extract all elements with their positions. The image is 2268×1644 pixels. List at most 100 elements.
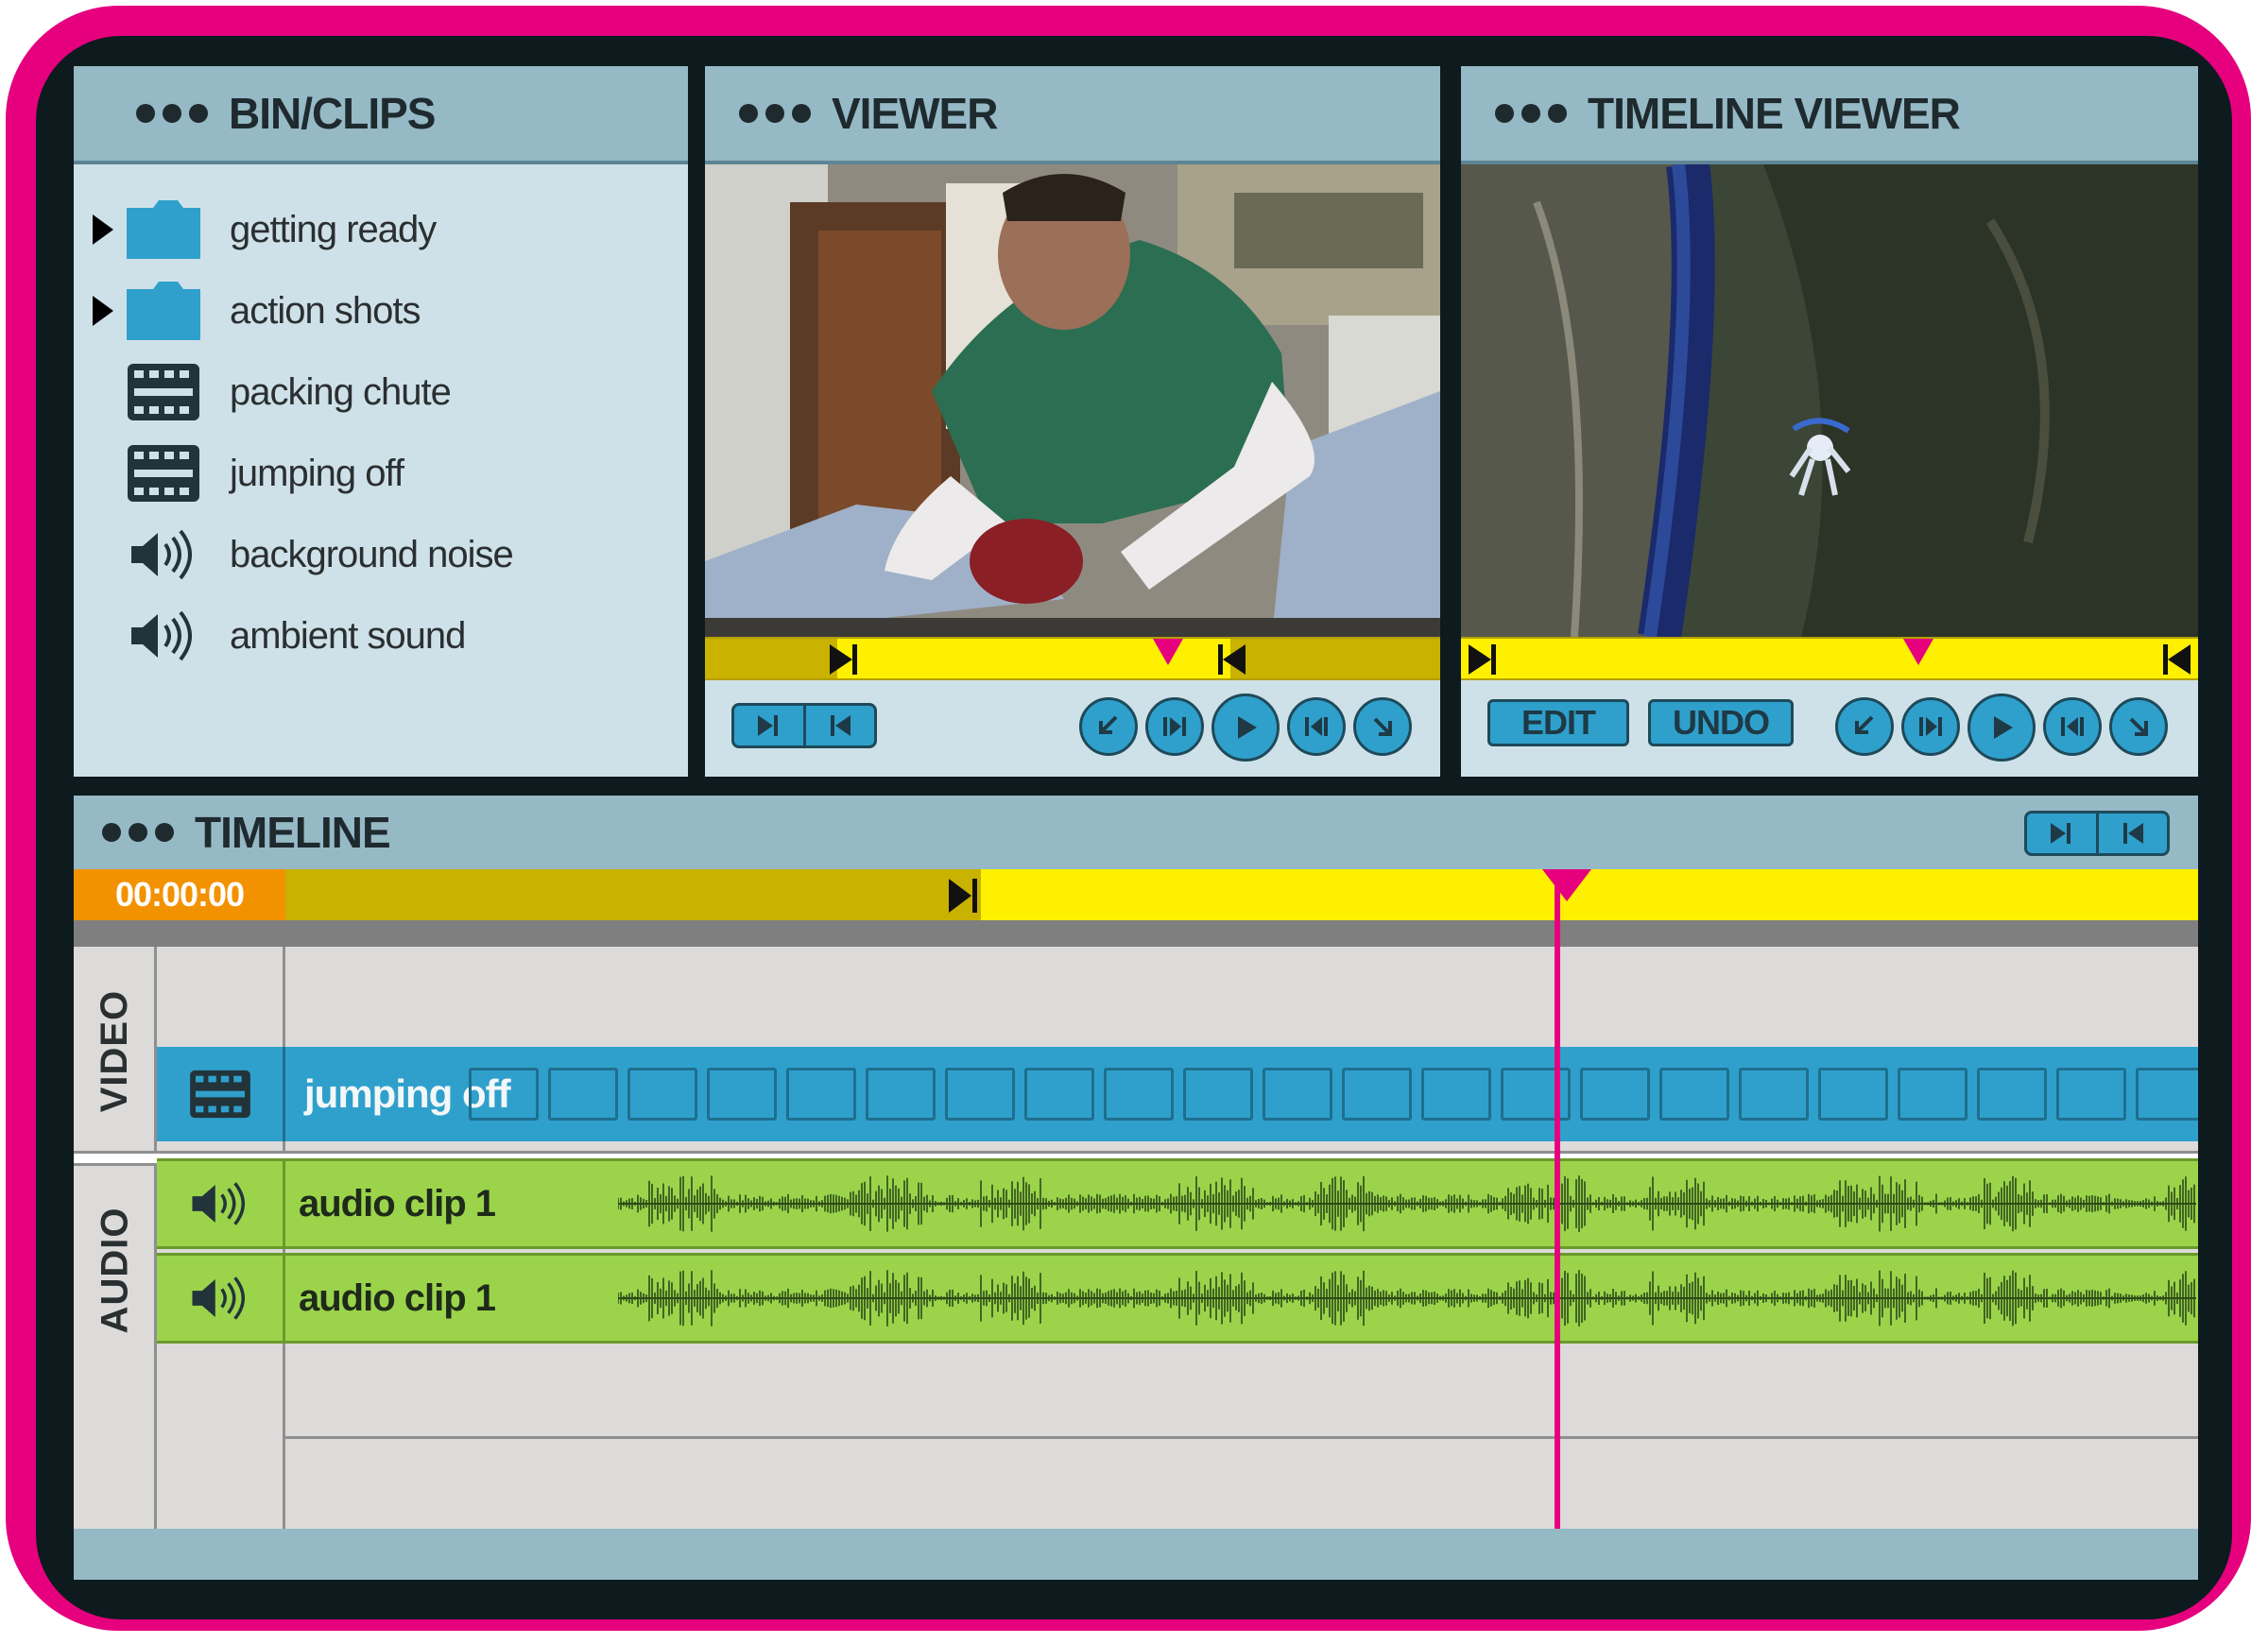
- timeline-header: TIMELINE: [74, 796, 2198, 869]
- video-clip-jumping-off[interactable]: jumping off: [157, 1047, 2198, 1141]
- timecode-display: 00:00:00: [74, 869, 285, 920]
- go-to-in-icon: [1855, 715, 1874, 734]
- step-back-button[interactable]: [1287, 697, 1346, 756]
- play-button[interactable]: [1211, 694, 1280, 762]
- viewer-playhead[interactable]: [1153, 639, 1183, 665]
- step-back-button[interactable]: [2043, 697, 2102, 756]
- mark-out-icon[interactable]: [802, 706, 875, 745]
- track-type-column: VIDEO AUDIO: [74, 947, 157, 1529]
- go-to-out-button[interactable]: [2109, 697, 2168, 756]
- audio-clip-label: audio clip 1: [299, 1182, 496, 1224]
- in-point-marker[interactable]: [947, 877, 981, 915]
- audio-waveform: [618, 1175, 2196, 1232]
- timeline-panel: TIMELINE 00:00:00 VIDEO AUDIO jumping of…: [74, 796, 2198, 1580]
- bin-item-label: background noise: [230, 533, 514, 575]
- film-clip-icon: [157, 1047, 285, 1141]
- step-back-icon: [1305, 717, 1328, 736]
- bin-clip-list: getting ready action shots packing chute…: [74, 189, 688, 676]
- ruler-divider: [74, 920, 2198, 947]
- folder-icon: [123, 278, 204, 344]
- viewer-header: VIEWER: [705, 66, 1440, 164]
- go-to-out-icon: [2129, 717, 2148, 736]
- in-point-marker[interactable]: [1467, 642, 1499, 676]
- speaker-icon: [157, 1256, 285, 1341]
- bin-item-label: action shots: [230, 289, 421, 332]
- expand-arrow-icon[interactable]: [93, 296, 113, 326]
- out-point-marker[interactable]: [1215, 642, 1247, 676]
- timeline-playhead-handle[interactable]: [1542, 869, 1591, 901]
- mark-out-icon[interactable]: [2095, 813, 2168, 853]
- bin-item-background-noise[interactable]: background noise: [74, 514, 688, 595]
- out-point-marker[interactable]: [2160, 642, 2192, 676]
- panel-menu-dots[interactable]: [1495, 104, 1567, 123]
- timeline-title: TIMELINE: [195, 808, 391, 857]
- panel-menu-dots[interactable]: [739, 104, 811, 123]
- bin-item-jumping-off[interactable]: jumping off: [74, 433, 688, 514]
- timeline-viewer-transport: EDIT UNDO: [1461, 680, 2198, 777]
- panel-menu-dots[interactable]: [136, 104, 208, 123]
- viewer-video-frame[interactable]: [705, 164, 1440, 637]
- timeline-viewer-title: TIMELINE VIEWER: [1588, 89, 1961, 138]
- play-button[interactable]: [1967, 694, 2036, 762]
- go-to-out-button[interactable]: [1353, 697, 1412, 756]
- mark-in-out-button[interactable]: [731, 703, 877, 748]
- bin-item-label: getting ready: [230, 208, 437, 250]
- video-section-label: VIDEO: [94, 989, 136, 1112]
- step-forward-button[interactable]: [1901, 697, 1960, 756]
- expand-arrow-icon[interactable]: [93, 214, 113, 245]
- bin-item-getting-ready[interactable]: getting ready: [74, 189, 688, 270]
- viewer-panel: VIEWER: [705, 66, 1440, 777]
- empty-track-divider: [285, 1436, 2198, 1439]
- edit-button[interactable]: EDIT: [1487, 699, 1629, 746]
- go-to-in-button[interactable]: [1079, 697, 1138, 756]
- bin-item-label: ambient sound: [230, 614, 466, 657]
- viewer-transport: [705, 680, 1440, 777]
- bin-item-ambient-sound[interactable]: ambient sound: [74, 595, 688, 676]
- folder-icon: [123, 197, 204, 263]
- bin-title: BIN/CLIPS: [229, 89, 436, 138]
- go-to-in-button[interactable]: [1835, 697, 1894, 756]
- mark-in-icon[interactable]: [2027, 813, 2096, 853]
- timeline-viewer-video-frame[interactable]: [1461, 164, 2198, 637]
- viewer-scrub-bar[interactable]: [705, 637, 1440, 680]
- audio-section-label: AUDIO: [94, 1207, 136, 1333]
- undo-button[interactable]: UNDO: [1648, 699, 1794, 746]
- audio-waveform: [618, 1270, 2196, 1327]
- speaker-icon: [157, 1161, 285, 1246]
- timeline-ruler[interactable]: 00:00:00: [74, 869, 2198, 920]
- film-clip-icon: [123, 359, 204, 425]
- bin-item-action-shots[interactable]: action shots: [74, 270, 688, 351]
- mark-in-icon[interactable]: [734, 706, 803, 745]
- speaker-icon: [123, 603, 204, 669]
- timeline-playhead-line[interactable]: [1555, 879, 1560, 1529]
- audio-track-1[interactable]: audio clip 1: [157, 1158, 2198, 1249]
- panel-menu-dots[interactable]: [102, 823, 174, 842]
- scrub-out-region: [1230, 639, 1440, 678]
- audio-track-2[interactable]: audio clip 1: [157, 1253, 2198, 1344]
- bin-item-packing-chute[interactable]: packing chute: [74, 351, 688, 433]
- bin-panel: BIN/CLIPS getting ready action shots pac…: [74, 66, 688, 777]
- filmstrip-frames: [469, 1068, 2198, 1121]
- bin-item-label: jumping off: [230, 452, 404, 494]
- audio-clip-label: audio clip 1: [299, 1276, 496, 1319]
- bin-header: BIN/CLIPS: [74, 66, 688, 164]
- play-icon: [1238, 716, 1257, 739]
- timeline-viewer-playhead[interactable]: [1903, 639, 1933, 665]
- go-to-in-icon: [1099, 715, 1118, 734]
- bin-item-label: packing chute: [230, 370, 452, 413]
- in-point-marker[interactable]: [828, 642, 860, 676]
- speaker-icon: [123, 522, 204, 588]
- timeline-scrollbar[interactable]: [74, 1529, 2198, 1580]
- film-clip-icon: [123, 440, 204, 506]
- viewer-title: VIEWER: [832, 89, 998, 138]
- timeline-viewer-header: TIMELINE VIEWER: [1461, 66, 2198, 164]
- step-forward-icon: [1163, 717, 1186, 736]
- step-back-icon: [2061, 717, 2084, 736]
- timeline-viewer-scrub-bar[interactable]: [1461, 637, 2198, 680]
- mark-in-out-button[interactable]: [2024, 811, 2170, 856]
- scrub-out-region: [705, 639, 837, 678]
- step-forward-button[interactable]: [1145, 697, 1204, 756]
- play-icon: [1994, 716, 2013, 739]
- timeline-viewer-panel: TIMELINE VIEWER EDIT UNDO: [1461, 66, 2198, 777]
- step-forward-icon: [1919, 717, 1942, 736]
